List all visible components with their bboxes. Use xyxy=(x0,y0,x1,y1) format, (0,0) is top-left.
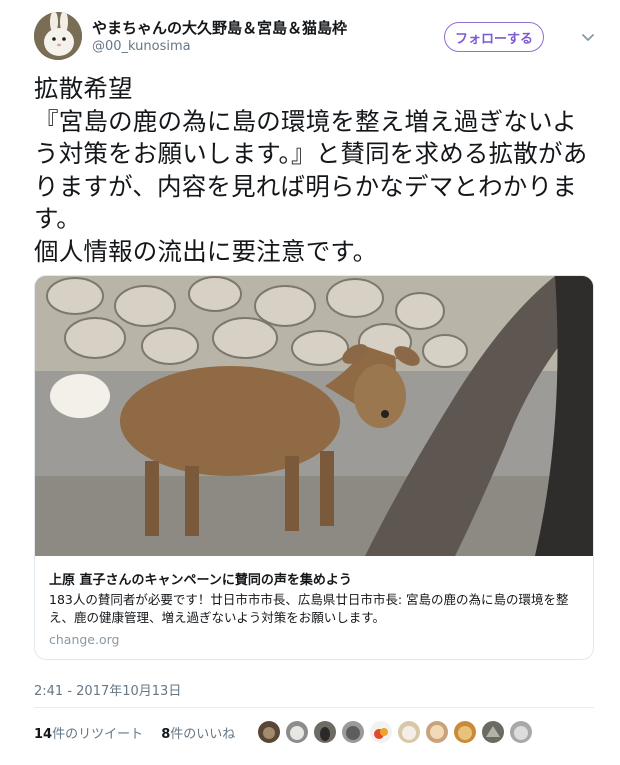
card-domain: change.org xyxy=(49,632,120,647)
display-name[interactable]: やまちゃんの大久野島＆宮島＆猫島枠 xyxy=(92,17,347,38)
liker-avatar[interactable] xyxy=(426,721,448,743)
retweet-stat[interactable]: 14件のリツイート xyxy=(34,727,143,742)
like-count: 8 xyxy=(161,727,171,742)
user-handle[interactable]: @00_kunosima xyxy=(92,39,191,54)
tweet-timestamp[interactable]: 2:41 - 2017年10月13日 xyxy=(34,680,181,699)
liker-avatar[interactable] xyxy=(454,721,476,743)
liker-avatar[interactable] xyxy=(370,721,392,743)
card-title: 上原 直子さんのキャンペーンに賛同の声を集めよう xyxy=(49,573,352,588)
link-card[interactable]: 上原 直子さんのキャンペーンに賛同の声を集めよう 183人の賛同者が必要です！廿… xyxy=(34,275,594,660)
user-avatar[interactable] xyxy=(34,12,82,60)
liker-avatar[interactable] xyxy=(314,721,336,743)
divider xyxy=(34,707,594,708)
liker-avatar[interactable] xyxy=(286,721,308,743)
retweet-count: 14 xyxy=(34,727,53,742)
liker-avatar[interactable] xyxy=(398,721,420,743)
liker-avatar[interactable] xyxy=(510,721,532,743)
deer-photo xyxy=(35,276,593,556)
liker-avatar[interactable] xyxy=(482,721,504,743)
chevron-down-icon[interactable] xyxy=(579,28,597,46)
rabbit-avatar-icon xyxy=(34,12,82,60)
tweet-stats: 14件のリツイート 8件のいいね xyxy=(34,723,235,742)
follow-button[interactable]: フォローする xyxy=(444,22,544,52)
like-label: 件のいいね xyxy=(170,727,236,742)
like-stat[interactable]: 8件のいいね xyxy=(161,727,235,742)
tweet-header: やまちゃんの大久野島＆宮島＆猫島枠 @00_kunosima フォローする xyxy=(34,12,594,62)
liker-avatars xyxy=(258,721,532,743)
liker-avatar[interactable] xyxy=(342,721,364,743)
card-description: 183人の賛同者が必要です！廿日市市市長、広島県廿日市市長: 宮島の鹿の為に島の… xyxy=(49,592,569,625)
liker-avatar[interactable] xyxy=(258,721,280,743)
tweet-text: 拡散希望 『宮島の鹿の為に島の環境を整え増え過ぎないよう対策をお願いします。』と… xyxy=(34,74,588,266)
retweet-label: 件のリツイート xyxy=(52,727,144,742)
